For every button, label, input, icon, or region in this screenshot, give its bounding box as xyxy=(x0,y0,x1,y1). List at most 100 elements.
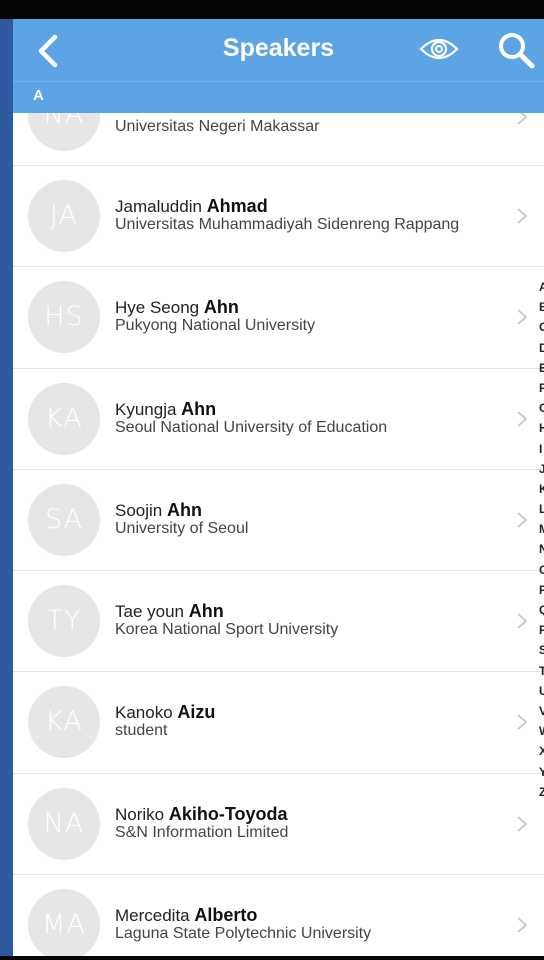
speaker-row[interactable]: HS Hye Seong Ahn Pukyong National Universi… xyxy=(13,267,544,369)
speaker-row[interactable]: SA Soojin Ahn University of Seoul xyxy=(13,469,544,572)
index-letter[interactable]: U xyxy=(539,681,544,701)
view-button[interactable] xyxy=(417,33,461,65)
index-letter[interactable]: X xyxy=(539,741,544,761)
speaker-affiliation: student xyxy=(115,722,168,740)
index-letter[interactable]: A xyxy=(539,277,544,297)
first-name: Noriko xyxy=(115,804,165,824)
speaker-row[interactable]: KA Kanoko Aizu student xyxy=(13,672,544,774)
avatar: NA xyxy=(28,113,100,151)
app-screen: Speakers A NA Universitas Negeri Makassar… xyxy=(13,19,544,956)
chevron-left-icon xyxy=(38,34,58,68)
last-name: Ahmad xyxy=(206,196,268,216)
speaker-name: Kyungja Ahn xyxy=(115,399,216,420)
first-name: Soojin xyxy=(115,500,163,520)
back-button[interactable] xyxy=(31,31,71,71)
speaker-affiliation: Universitas Muhammadiyah Sidenreng Rappa… xyxy=(115,216,460,233)
index-letter[interactable]: S xyxy=(539,640,544,660)
first-name: Hye Seong xyxy=(115,298,200,318)
speaker-name: Tae youn Ahn xyxy=(115,601,224,622)
last-name: Aizu xyxy=(177,702,216,723)
index-letter[interactable]: P xyxy=(539,580,544,600)
last-name: Ahn xyxy=(203,297,239,318)
avatar: TY xyxy=(28,585,100,658)
speaker-row[interactable]: NA Universitas Negeri Makassar xyxy=(13,113,544,166)
speaker-row[interactable]: TY Tae youn Ahn Korea National Sport Unive… xyxy=(13,571,544,673)
chevron-right-icon xyxy=(517,208,528,224)
speaker-affiliation: University of Seoul xyxy=(115,519,249,537)
chevron-right-icon xyxy=(517,917,528,933)
index-letter[interactable]: B xyxy=(539,297,544,317)
speaker-name: Kanoko Aizu xyxy=(115,702,215,723)
chevron-right-icon xyxy=(517,410,528,427)
index-letter[interactable]: R xyxy=(539,620,544,640)
index-letter[interactable]: C xyxy=(539,317,544,337)
index-letter[interactable]: Q xyxy=(539,600,544,620)
eye-icon xyxy=(419,38,459,60)
chevron-right-icon xyxy=(517,309,528,325)
last-name: Ahn xyxy=(167,499,202,520)
speaker-name: Jamaluddin Ahmad xyxy=(115,196,268,217)
index-letter[interactable]: V xyxy=(539,701,544,721)
speaker-affiliation: Seoul National University of Education xyxy=(115,418,388,436)
last-name: Ahn xyxy=(181,398,217,419)
index-letter[interactable]: W xyxy=(539,721,544,741)
index-letter[interactable]: K xyxy=(539,479,544,499)
index-letter[interactable]: Z xyxy=(539,782,544,802)
index-letter[interactable]: E xyxy=(539,358,544,378)
index-letter[interactable]: Y xyxy=(539,762,544,782)
search-icon xyxy=(499,33,535,69)
navigation-bar: Speakers xyxy=(13,19,544,81)
speaker-name: Hye Seong Ahn xyxy=(115,297,239,318)
index-letter[interactable]: O xyxy=(539,560,544,580)
chevron-right-icon xyxy=(517,714,528,731)
index-letter[interactable]: T xyxy=(539,661,544,681)
speaker-affiliation: S&N Information Limited xyxy=(115,823,289,841)
first-name: Mercedita xyxy=(115,906,190,926)
speaker-name: Noriko Akiho-Toyoda xyxy=(115,804,288,825)
screen-bottom-border xyxy=(0,956,544,960)
last-name: Akiho-Toyoda xyxy=(168,803,288,824)
screen-top-border xyxy=(0,0,544,19)
index-letter[interactable]: I xyxy=(539,439,544,459)
chevron-right-icon xyxy=(517,113,528,125)
index-letter[interactable]: G xyxy=(539,398,544,418)
avatar: KA xyxy=(28,382,100,455)
chevron-right-icon xyxy=(517,816,528,832)
index-letter[interactable]: F xyxy=(539,378,544,398)
index-letter[interactable]: M xyxy=(539,519,544,539)
first-name: Tae youn xyxy=(115,602,184,622)
avatar: MA xyxy=(28,889,100,956)
avatar: HS xyxy=(28,281,100,354)
speaker-row[interactable]: MA Mercedita Alberto Laguna State Polytech… xyxy=(13,875,544,956)
avatar: KA xyxy=(28,686,100,759)
speaker-name: Mercedita Alberto xyxy=(115,905,257,926)
chevron-right-icon xyxy=(517,613,528,629)
index-letter[interactable]: J xyxy=(539,459,544,479)
last-name: Alberto xyxy=(194,905,258,926)
last-name: Ahn xyxy=(188,601,224,622)
index-letter[interactable]: N xyxy=(539,539,544,559)
speaker-row[interactable]: JA Jamaluddin Ahmad Universitas Muhammadiy… xyxy=(13,166,544,268)
index-letter[interactable]: L xyxy=(539,499,544,519)
chevron-right-icon xyxy=(517,512,528,528)
index-letter[interactable]: D xyxy=(539,338,544,358)
speaker-affiliation: Laguna State Polytechnic University xyxy=(115,925,372,943)
index-letter[interactable]: H xyxy=(539,418,544,438)
speaker-affiliation: Universitas Negeri Makassar xyxy=(115,118,320,135)
avatar: SA xyxy=(28,483,100,556)
alphabet-index[interactable]: ABCDEFGHIJKLMNOPQRSTUVWXYZ xyxy=(539,277,544,802)
speaker-row[interactable]: KA Kyungja Ahn Seoul National University o… xyxy=(13,368,544,470)
search-button[interactable] xyxy=(495,29,539,73)
speaker-affiliation: Pukyong National University xyxy=(115,317,316,335)
page-title: Speakers xyxy=(222,34,335,62)
avatar: NA xyxy=(28,787,100,860)
speaker-list[interactable]: NA Universitas Negeri Makassar JA Jamaluddi… xyxy=(13,113,544,956)
speaker-row[interactable]: NA Noriko Akiho-Toyoda S&N Information Lim… xyxy=(13,773,544,876)
section-header: A xyxy=(13,81,544,113)
avatar: JA xyxy=(28,180,100,252)
speaker-affiliation: Korea National Sport University xyxy=(115,621,339,639)
first-name: Jamaluddin xyxy=(115,197,202,216)
first-name: Kanoko xyxy=(115,703,173,723)
first-name: Kyungja xyxy=(115,399,177,419)
speaker-name: Soojin Ahn xyxy=(115,500,202,521)
